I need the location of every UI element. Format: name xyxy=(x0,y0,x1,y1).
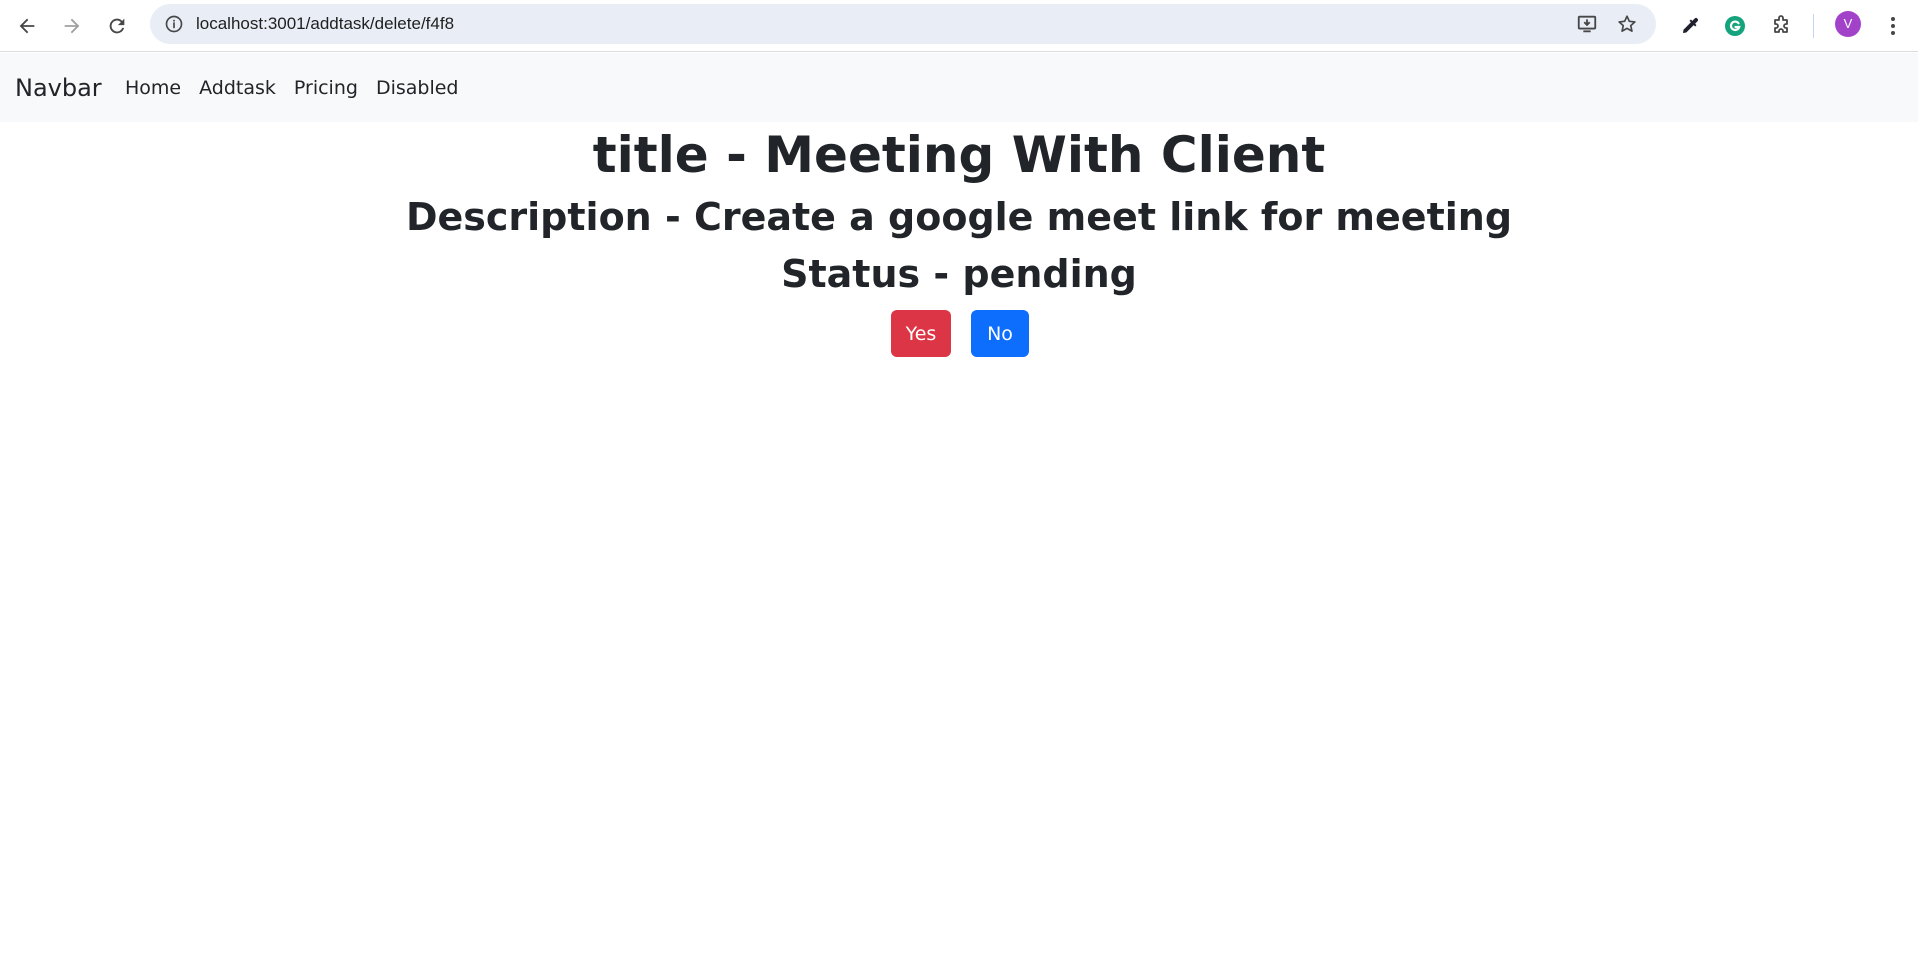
reload-icon[interactable] xyxy=(99,8,135,44)
app-navbar: Navbar Home Addtask Pricing Disabled xyxy=(0,53,1918,122)
back-arrow-icon[interactable] xyxy=(9,8,45,44)
navbar-brand[interactable]: Navbar xyxy=(15,53,102,122)
install-app-icon[interactable] xyxy=(1571,8,1603,40)
toolbar-divider xyxy=(1813,14,1814,38)
extensions-puzzle-icon[interactable] xyxy=(1763,8,1799,44)
address-bar[interactable]: localhost:3001/addtask/delete/f4f8 xyxy=(150,4,1656,44)
grammarly-extension-icon[interactable] xyxy=(1717,8,1753,44)
color-picker-extension-icon[interactable] xyxy=(1672,8,1708,44)
nav-link-home[interactable]: Home xyxy=(116,54,190,123)
bookmark-star-icon[interactable] xyxy=(1611,8,1643,40)
task-status: Status - pending xyxy=(781,252,1137,296)
confirm-yes-button[interactable]: Yes xyxy=(891,310,951,357)
nav-link-addtask[interactable]: Addtask xyxy=(190,54,285,123)
forward-arrow-icon[interactable] xyxy=(54,8,90,44)
url-text[interactable]: localhost:3001/addtask/delete/f4f8 xyxy=(196,4,454,44)
task-description: Description - Create a google meet link … xyxy=(405,195,1513,239)
profile-avatar[interactable]: V xyxy=(1835,11,1861,37)
site-info-icon[interactable] xyxy=(158,8,190,40)
cancel-no-button[interactable]: No xyxy=(971,310,1029,357)
task-title: title - Meeting With Client xyxy=(592,126,1326,184)
nav-link-pricing[interactable]: Pricing xyxy=(285,54,367,123)
browser-menu-icon[interactable] xyxy=(1875,8,1911,44)
nav-link-disabled[interactable]: Disabled xyxy=(367,54,468,123)
nav-links: Home Addtask Pricing Disabled xyxy=(116,53,467,122)
browser-toolbar: localhost:3001/addtask/delete/f4f8 V xyxy=(0,0,1918,52)
